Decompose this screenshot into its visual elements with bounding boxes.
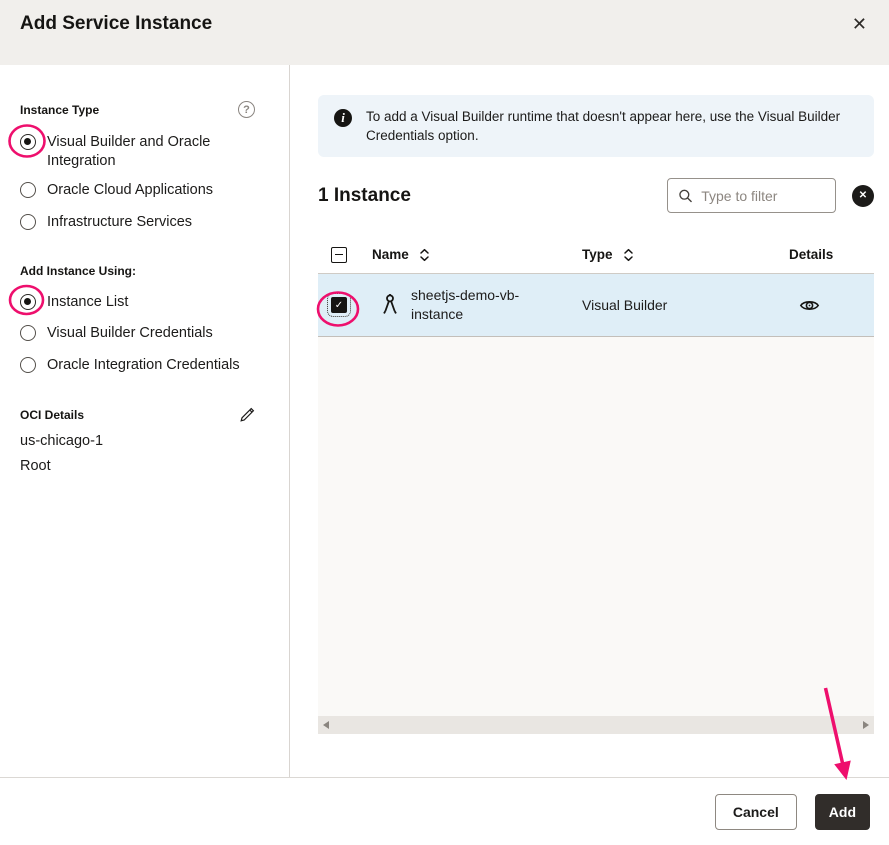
- row-type-cell: Visual Builder: [582, 297, 789, 313]
- clear-filter-button[interactable]: ✕: [852, 185, 874, 207]
- instance-type-value: Visual Builder: [582, 297, 667, 313]
- main-content: i To add a Visual Builder runtime that d…: [290, 65, 889, 777]
- sort-name-button[interactable]: [419, 247, 430, 263]
- sidebar: Instance Type ? Visual Builder and Oracl…: [0, 65, 290, 777]
- radio-oracle-integration-credentials[interactable]: Oracle Integration Credentials: [20, 356, 255, 375]
- info-banner: i To add a Visual Builder runtime that d…: [318, 95, 874, 157]
- name-column-header: Name: [372, 247, 409, 262]
- type-header-cell: Type: [582, 247, 789, 263]
- filter-input[interactable]: [701, 188, 827, 204]
- radio-label: Oracle Cloud Applications: [47, 181, 213, 200]
- radio-instance-list[interactable]: Instance List: [20, 293, 255, 312]
- row-select-cell: ✓: [318, 297, 372, 313]
- name-header-cell: Name: [372, 247, 582, 263]
- table-row[interactable]: ✓ sheetjs-demo-vb-instance Visual Builde…: [318, 274, 874, 337]
- oci-details-label: OCI Details: [20, 408, 84, 422]
- oci-details-section: OCI Details: [20, 406, 255, 423]
- sort-type-button[interactable]: [623, 247, 634, 263]
- dialog-footer: Cancel Add: [0, 777, 889, 845]
- search-icon: [678, 187, 693, 205]
- row-name-cell: sheetjs-demo-vb-instance: [372, 286, 582, 324]
- dialog-body: Instance Type ? Visual Builder and Oracl…: [0, 65, 889, 777]
- horizontal-scrollbar[interactable]: [318, 716, 874, 734]
- info-banner-text: To add a Visual Builder runtime that doe…: [366, 107, 856, 145]
- close-icon: ✕: [852, 14, 867, 34]
- sort-icon: [623, 247, 634, 263]
- dialog-header: Add Service Instance ✕: [0, 0, 889, 65]
- instance-name: sheetjs-demo-vb-instance: [411, 286, 561, 324]
- cancel-button[interactable]: Cancel: [715, 794, 797, 830]
- close-button[interactable]: ✕: [850, 11, 869, 37]
- scroll-right-icon[interactable]: [863, 721, 869, 729]
- scroll-left-icon[interactable]: [323, 721, 329, 729]
- radio-icon[interactable]: [20, 357, 36, 373]
- radio-icon[interactable]: [20, 214, 36, 230]
- add-instance-using-label: Add Instance Using:: [20, 264, 136, 278]
- dialog-title: Add Service Instance: [20, 11, 212, 37]
- radio-oracle-cloud-applications[interactable]: Oracle Cloud Applications: [20, 181, 255, 200]
- table-empty-area: [318, 337, 874, 716]
- radio-icon[interactable]: [20, 182, 36, 198]
- radio-visual-builder-and-oracle-integration[interactable]: Visual Builder and Oracle Integration: [20, 133, 255, 171]
- radio-label: Visual Builder Credentials: [47, 324, 213, 343]
- help-glyph: ?: [243, 104, 250, 116]
- edit-pencil-icon[interactable]: [239, 407, 255, 423]
- radio-icon[interactable]: [20, 325, 36, 341]
- table-header: Name Type Details: [318, 236, 874, 274]
- instance-count-heading: 1 Instance: [318, 185, 411, 207]
- visual-builder-instance-icon: [382, 293, 398, 317]
- add-instance-using-section: Add Instance Using:: [20, 262, 255, 279]
- type-column-header: Type: [582, 247, 613, 262]
- instance-type-section: Instance Type ?: [20, 101, 255, 118]
- info-icon: i: [334, 109, 352, 127]
- sort-icon: [419, 247, 430, 263]
- row-details-cell: [789, 298, 874, 313]
- help-icon[interactable]: ?: [238, 101, 255, 118]
- radio-infrastructure-services[interactable]: Infrastructure Services: [20, 213, 255, 232]
- check-icon: ✓: [335, 300, 343, 311]
- radio-icon[interactable]: [20, 294, 36, 310]
- info-glyph: i: [341, 110, 345, 126]
- indeterminate-icon: [335, 254, 343, 256]
- radio-icon[interactable]: [20, 134, 36, 150]
- instance-type-label: Instance Type: [20, 103, 99, 117]
- details-header-cell: Details: [789, 247, 874, 262]
- radio-label: Visual Builder and Oracle Integration: [47, 133, 217, 171]
- oci-compartment-value: Root: [20, 457, 255, 476]
- row-checkbox[interactable]: ✓: [331, 297, 347, 313]
- radio-visual-builder-credentials[interactable]: Visual Builder Credentials: [20, 324, 255, 343]
- radio-label: Instance List: [47, 293, 128, 312]
- details-column-header: Details: [789, 247, 833, 262]
- eye-icon: [799, 298, 820, 313]
- add-service-instance-dialog: Add Service Instance ✕ Instance Type ? V…: [0, 0, 889, 845]
- radio-label: Infrastructure Services: [47, 213, 192, 232]
- table-heading-row: 1 Instance ✕: [318, 178, 874, 213]
- select-all-checkbox[interactable]: [331, 247, 347, 263]
- radio-label: Oracle Integration Credentials: [47, 356, 240, 375]
- add-button[interactable]: Add: [815, 794, 870, 830]
- select-all-cell: [318, 247, 372, 263]
- filter-box[interactable]: [667, 178, 836, 213]
- view-details-button[interactable]: [789, 298, 820, 313]
- oci-region-value: us-chicago-1: [20, 432, 255, 451]
- clear-icon: ✕: [859, 191, 867, 201]
- filter-area: ✕: [667, 178, 874, 213]
